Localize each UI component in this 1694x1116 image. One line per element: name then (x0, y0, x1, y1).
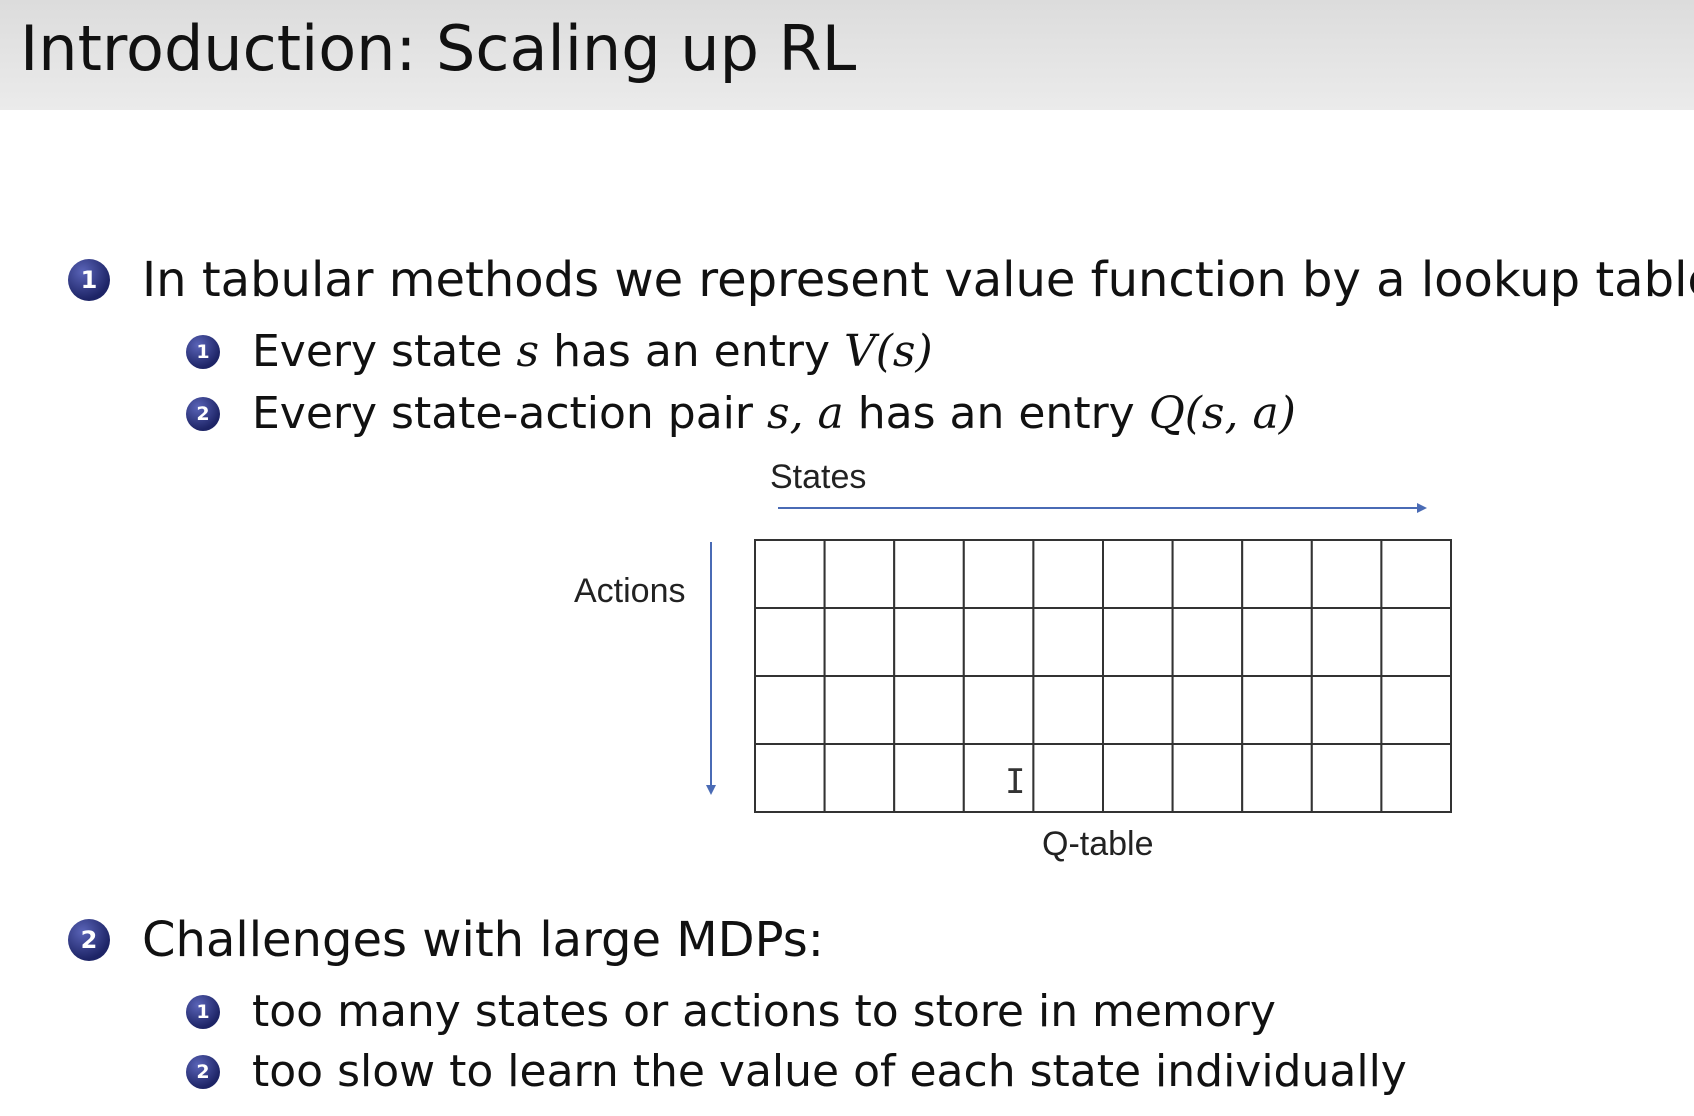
q-table-cell (1102, 743, 1174, 813)
bullet-text: Challenges with large MDPs: (142, 912, 824, 968)
q-table-cell (893, 607, 965, 677)
q-table-cell (962, 675, 1035, 745)
q-table-cell (754, 539, 826, 609)
q-table-cell (1032, 675, 1105, 745)
q-table-cell (1171, 675, 1244, 745)
q-table-cell (1171, 539, 1244, 609)
q-table-cell (1241, 539, 1313, 609)
q-table-cell (1032, 743, 1105, 813)
q-table-cell (1102, 675, 1174, 745)
q-table-cell (1380, 675, 1453, 745)
bullet-number: 2 (68, 919, 110, 961)
sub-bullet-number: 2 (186, 1054, 220, 1089)
q-table-cell (1241, 607, 1313, 677)
q-table-cell (823, 539, 896, 609)
q-table-cell (1241, 675, 1313, 745)
q-table-cell (1102, 607, 1174, 677)
bullet-2: 2 Challenges with large MDPs: (68, 912, 824, 968)
q-table-cell (754, 607, 826, 677)
sub-bullet-number: 1 (186, 994, 220, 1029)
q-table-cell (893, 539, 965, 609)
q-table-cell (1032, 539, 1105, 609)
q-table-cell (1380, 539, 1453, 609)
q-table-cell (754, 743, 826, 813)
q-table-cell (962, 607, 1035, 677)
sub-bullet-2-1: 1 too many states or actions to store in… (186, 986, 1276, 1037)
q-table-cell (893, 743, 965, 813)
q-table-cell (1380, 743, 1453, 813)
q-table-cell (1310, 743, 1383, 813)
q-table-cell (823, 675, 896, 745)
text-cursor-icon: I (1005, 762, 1026, 802)
q-table-grid (754, 539, 1453, 813)
q-table-cell (893, 675, 965, 745)
sub-bullet-text: too slow to learn the value of each stat… (252, 1046, 1407, 1097)
q-table-cell (1310, 607, 1383, 677)
q-table-cell (1102, 539, 1174, 609)
q-table-cell (1310, 675, 1383, 745)
q-table-cell (823, 743, 896, 813)
q-table-cell (962, 539, 1035, 609)
q-table-cell (1241, 743, 1313, 813)
sub-bullet-2-2: 2 too slow to learn the value of each st… (186, 1046, 1407, 1097)
q-table-cell (1310, 539, 1383, 609)
q-table-cell (823, 607, 896, 677)
q-table-cell (1032, 607, 1105, 677)
q-table-cell (1380, 607, 1453, 677)
q-table-cell (1171, 607, 1244, 677)
q-table-cell (754, 675, 826, 745)
q-table-cell (1171, 743, 1244, 813)
sub-bullet-text: too many states or actions to store in m… (252, 986, 1276, 1037)
